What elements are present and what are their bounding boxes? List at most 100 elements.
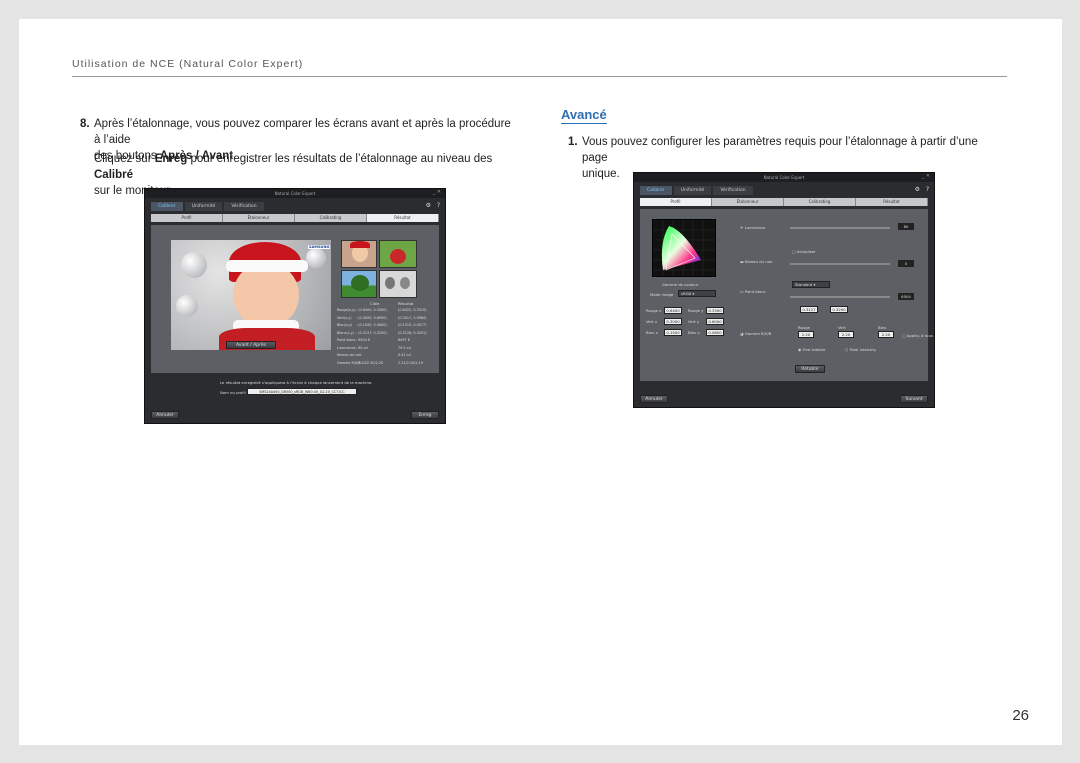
result-pane: SAMSUNG Avant / Après Cible Résultat Rou… xyxy=(151,225,439,373)
step-etalonneur: Étalonneur xyxy=(712,198,784,206)
apres-label: Après xyxy=(253,343,267,348)
help-icon[interactable]: ? xyxy=(926,186,929,193)
step-1-number: 1. xyxy=(568,136,578,148)
window-title: Natural Color Expert xyxy=(145,189,445,198)
primary-input[interactable]: 0.3000 xyxy=(664,318,682,325)
tab-verification[interactable]: Vérification xyxy=(713,186,753,195)
radio-fine-linear[interactable]: ◉ Fine linéaire xyxy=(798,347,826,352)
window-controls[interactable]: _ ✕ xyxy=(433,189,441,195)
before-after-toggle[interactable]: Avant / Après xyxy=(226,341,276,349)
main-tabs: Calibrer Uniformité Vérification xyxy=(640,186,753,195)
settings-gear-icon[interactable]: ⚙ xyxy=(915,186,920,193)
save-text-a: Cliquez sur xyxy=(94,153,155,165)
result-label: Rouge(x,y) xyxy=(337,308,356,312)
help-icon[interactable]: ? xyxy=(437,202,440,209)
window-controls[interactable]: _ ✕ xyxy=(922,173,930,179)
result-label: Vert(x,y) xyxy=(337,315,352,320)
main-tabs: Calibrer Uniformité Vérification xyxy=(151,202,264,211)
result-measured: 6497 K xyxy=(398,338,410,342)
primary-input[interactable]: 0.0600 xyxy=(706,329,724,336)
result-label: Blanc(x,y) xyxy=(337,330,355,335)
result-target: : 80 cd xyxy=(356,345,368,350)
radio2-text: Total intensity xyxy=(849,347,877,352)
ornament xyxy=(306,248,326,268)
primary-label: Rouge y xyxy=(688,308,704,313)
gamma-col-blue: Bleu xyxy=(878,325,887,330)
tab-calibrer[interactable]: Calibrer xyxy=(151,202,183,211)
tab-verification[interactable]: Vérification xyxy=(224,202,264,211)
result-measured: (0.1513, 0.0577) xyxy=(398,323,427,327)
gamma-blue-input[interactable]: 2.20 xyxy=(878,331,894,338)
step-resultat: Résultat xyxy=(856,198,928,206)
primary-input[interactable]: 0.6000 xyxy=(706,318,724,325)
apply-all-text: Appliq. à tous xyxy=(906,333,933,338)
primary-label: Bleu y xyxy=(688,330,700,335)
white-point-value[interactable]: 6504 xyxy=(898,293,914,300)
result-label: Point blanc xyxy=(337,338,356,342)
ornament xyxy=(176,295,198,317)
step-profil: Profil xyxy=(151,214,223,222)
primary-input[interactable]: 0.3300 xyxy=(706,307,724,314)
cancel-button[interactable]: Annuler xyxy=(640,395,668,403)
result-target: : (0.1500, 0.0600) xyxy=(356,323,387,327)
black-auto-label: ▢ Actualiser xyxy=(792,249,816,254)
black-level-label: ▬ Niveau du noir xyxy=(740,259,773,264)
save-button[interactable]: Enreg xyxy=(411,411,439,419)
result-measured: 2.21/2.20/2.19 xyxy=(398,360,423,365)
result-target: : 6504 K xyxy=(356,338,371,342)
luminance-text: Luminance xyxy=(744,225,766,230)
luminance-value[interactable]: 80 xyxy=(898,223,914,230)
avant-label: Avant xyxy=(235,343,249,348)
gamma-text: Gamme R/V/B xyxy=(744,331,772,336)
white-x-input[interactable]: 0.3127 xyxy=(800,306,818,313)
step-bar: Profil Étalonneur Calibrating Résultat xyxy=(151,214,439,222)
mode-value: sRGB xyxy=(681,291,692,296)
step-profil: Profil xyxy=(640,198,712,206)
section-title: Avancé xyxy=(561,107,607,124)
gamma-green-input[interactable]: 2.20 xyxy=(838,331,854,338)
window-title: Natural Color Expert xyxy=(634,173,934,182)
white-y-input[interactable]: 0.3290 xyxy=(830,306,848,313)
cancel-button[interactable]: Annuler xyxy=(151,411,179,419)
luminance-label: ☀ Luminance xyxy=(740,225,766,230)
white-point-label: ▭ Point blanc xyxy=(740,289,766,294)
gamut-chart xyxy=(652,219,717,278)
radio1-text: Fine linéaire xyxy=(802,347,826,352)
gamma-red-input[interactable]: 2.20 xyxy=(798,331,814,338)
primary-input[interactable]: 0.1500 xyxy=(664,329,682,336)
settings-pane: Gamme de couleur Mode image sRGB ▾ Rouge… xyxy=(640,209,933,381)
settings-gear-icon[interactable]: ⚙ xyxy=(426,202,431,209)
step-8-line1: Après l’étalonnage, vous pouvez comparer… xyxy=(94,118,511,146)
nce-window-result: Natural Color Expert _ ✕ Calibrer Unifor… xyxy=(144,188,446,424)
manual-page: Utilisation de NCE (Natural Color Expert… xyxy=(19,19,1062,745)
result-label: Niveau du noir xyxy=(337,353,362,357)
nce-window-advanced: Natural Color Expert _ ✕ Calibrer Unifor… xyxy=(633,172,935,408)
primary-label: Vert y xyxy=(688,319,700,324)
apply-all-checkbox[interactable]: ▢ Appliq. à tous xyxy=(902,333,933,338)
primary-input[interactable]: 0.6400 xyxy=(664,307,682,314)
reset-button[interactable]: Rétablir xyxy=(795,365,825,373)
black-level-text: Niveau du noir xyxy=(744,259,773,264)
calibre-label: Calibré xyxy=(94,169,133,181)
radio-total-intensity[interactable]: ○ Total intensity xyxy=(845,347,876,352)
mode-select[interactable]: sRGB ▾ xyxy=(678,290,716,297)
result-measured: (0.6422, 0.3319) xyxy=(398,308,427,312)
enreg-label: Enreg xyxy=(154,153,188,165)
white-point-slider[interactable] xyxy=(790,296,890,298)
result-measured: (0.3017, 0.5984) xyxy=(398,315,427,320)
tab-uniformite[interactable]: Uniformité xyxy=(184,202,223,211)
white-preset-select[interactable]: Standard ▾ xyxy=(792,281,830,288)
luminance-slider[interactable] xyxy=(790,227,890,229)
tab-calibrer[interactable]: Calibrer xyxy=(640,186,672,195)
profile-name-input[interactable]: SMS24A450_D6500_sRGB_W80.00_G2.20_CCT.IC… xyxy=(247,388,357,395)
tab-uniformite[interactable]: Uniformité xyxy=(673,186,712,195)
header-rule xyxy=(72,76,1007,77)
samsung-logo: SAMSUNG xyxy=(308,245,331,249)
next-button[interactable]: Suivant xyxy=(900,395,928,403)
ornament xyxy=(181,252,207,278)
thumb-tree xyxy=(341,270,377,298)
result-measured: 0.41 cd xyxy=(398,353,411,357)
black-level-slider[interactable] xyxy=(790,263,890,265)
black-level-value[interactable]: 0 xyxy=(898,260,914,267)
col-cible: Cible xyxy=(370,301,380,306)
